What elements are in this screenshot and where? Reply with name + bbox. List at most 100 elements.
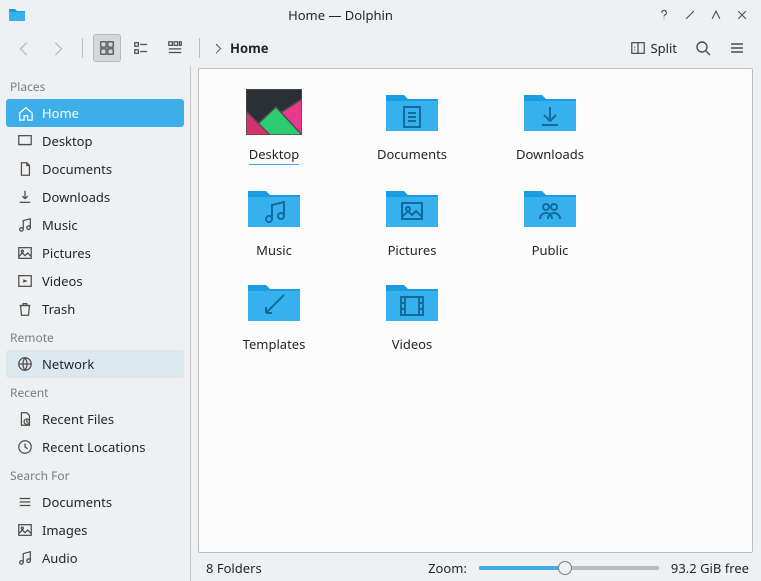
folder-icon: [246, 89, 302, 139]
downloads-icon: [16, 188, 34, 206]
sidebar-item-network[interactable]: Network: [6, 350, 184, 378]
back-button[interactable]: [10, 34, 38, 62]
breadcrumb[interactable]: Home: [212, 39, 269, 57]
window-title: Home — Dolphin: [32, 6, 649, 24]
minimize-button[interactable]: [679, 4, 701, 26]
file-item-desktop[interactable]: Desktop: [209, 83, 339, 171]
app-icon: [8, 6, 26, 24]
sidebar-item-label: Network: [42, 355, 94, 373]
file-label: Pictures: [388, 241, 437, 259]
sidebar-item-videos[interactable]: Videos: [6, 267, 184, 295]
trash-icon: [16, 300, 34, 318]
statusbar: 8 Folders Zoom: 93.2 GiB free: [194, 555, 761, 581]
sidebar-item-label: Pictures: [42, 244, 91, 262]
folder-icon: [246, 279, 302, 329]
file-item-videos[interactable]: Videos: [347, 273, 477, 359]
desktop-icon: [16, 132, 34, 150]
view-icons-button[interactable]: [93, 34, 121, 62]
sidebar-item-label: Desktop: [42, 132, 93, 150]
sidebar-item-desktop[interactable]: Desktop: [6, 127, 184, 155]
sidebar-item-trash[interactable]: Trash: [6, 295, 184, 323]
content: Desktop Documents Downloads Music Pictures Pu…: [194, 66, 761, 581]
sidebar-item-downloads[interactable]: Downloads: [6, 183, 184, 211]
pictures-icon: [16, 244, 34, 262]
sidebar-item-images[interactable]: Images: [6, 516, 184, 544]
folder-icon: [522, 89, 578, 139]
network-icon: [16, 355, 34, 373]
sidebar-item-label: Home: [42, 104, 79, 122]
folder-icon: [246, 185, 302, 235]
split-label: Split: [650, 39, 677, 57]
file-item-public[interactable]: Public: [485, 179, 615, 265]
sidebar-item-pictures[interactable]: Pictures: [6, 239, 184, 267]
sidebar-item-label: Documents: [42, 493, 112, 511]
main: Places Home Desktop Documents Downloads Music…: [0, 66, 761, 581]
sidebar-item-documents[interactable]: Documents: [6, 488, 184, 516]
sidebar-item-home[interactable]: Home: [6, 99, 184, 127]
zoom-slider[interactable]: [479, 566, 659, 570]
separator: [82, 38, 83, 58]
folder-icon: [522, 185, 578, 235]
file-item-pictures[interactable]: Pictures: [347, 179, 477, 265]
sidebar-item-label: Trash: [42, 300, 75, 318]
menu-button[interactable]: [723, 34, 751, 62]
free-space: 93.2 GiB free: [671, 559, 749, 577]
file-viewport[interactable]: Desktop Documents Downloads Music Pictures Pu…: [198, 68, 753, 553]
status-summary: 8 Folders: [206, 559, 262, 577]
chevron-right-icon: [212, 42, 224, 54]
sidebar-item-label: Recent Files: [42, 410, 114, 428]
file-item-documents[interactable]: Documents: [347, 83, 477, 171]
zoom-label: Zoom:: [428, 559, 467, 577]
help-button[interactable]: [653, 4, 675, 26]
sidebar-item-music[interactable]: Music: [6, 211, 184, 239]
breadcrumb-label: Home: [230, 39, 269, 57]
videos-icon: [16, 272, 34, 290]
recent-locations-icon: [16, 438, 34, 456]
maximize-button[interactable]: [705, 4, 727, 26]
search-audio-icon: [16, 549, 34, 567]
file-label: Public: [532, 241, 569, 259]
sidebar-item-documents[interactable]: Documents: [6, 155, 184, 183]
file-item-templates[interactable]: Templates: [209, 273, 339, 359]
file-label: Downloads: [516, 145, 584, 163]
sidebar-item-recent-files[interactable]: Recent Files: [6, 405, 184, 433]
search-images-icon: [16, 521, 34, 539]
sidebar-heading: Places: [0, 72, 190, 99]
music-icon: [16, 216, 34, 234]
recent-files-icon: [16, 410, 34, 428]
sidebar: Places Home Desktop Documents Downloads Music…: [0, 66, 190, 581]
sidebar-item-label: Recent Locations: [42, 438, 145, 456]
search-button[interactable]: [689, 34, 717, 62]
file-label: Documents: [377, 145, 447, 163]
sidebar-item-recent-locations[interactable]: Recent Locations: [6, 433, 184, 461]
search-docs-icon: [16, 493, 34, 511]
sidebar-heading: Recent: [0, 378, 190, 405]
home-icon: [16, 104, 34, 122]
folder-icon: [384, 185, 440, 235]
sidebar-item-label: Music: [42, 216, 78, 234]
folder-icon: [384, 279, 440, 329]
sidebar-heading: Remote: [0, 323, 190, 350]
view-details-button[interactable]: [161, 34, 189, 62]
file-item-music[interactable]: Music: [209, 179, 339, 265]
sidebar-item-label: Documents: [42, 160, 112, 178]
file-item-downloads[interactable]: Downloads: [485, 83, 615, 171]
toolbar: Home Split: [0, 30, 761, 66]
sidebar-item-audio[interactable]: Audio: [6, 544, 184, 572]
sidebar-item-label: Images: [42, 521, 87, 539]
sidebar-item-label: Downloads: [42, 188, 110, 206]
folder-icon: [384, 89, 440, 139]
sidebar-heading: Search For: [0, 461, 190, 488]
file-label: Music: [256, 241, 292, 259]
file-label: Desktop: [249, 145, 300, 165]
close-button[interactable]: [731, 4, 753, 26]
sidebar-item-label: Videos: [42, 272, 83, 290]
file-label: Videos: [392, 335, 433, 353]
split-icon: [630, 40, 646, 56]
split-button[interactable]: Split: [624, 39, 683, 57]
forward-button[interactable]: [44, 34, 72, 62]
file-label: Templates: [243, 335, 306, 353]
sidebar-item-label: Audio: [42, 549, 78, 567]
view-compact-button[interactable]: [127, 34, 155, 62]
documents-icon: [16, 160, 34, 178]
